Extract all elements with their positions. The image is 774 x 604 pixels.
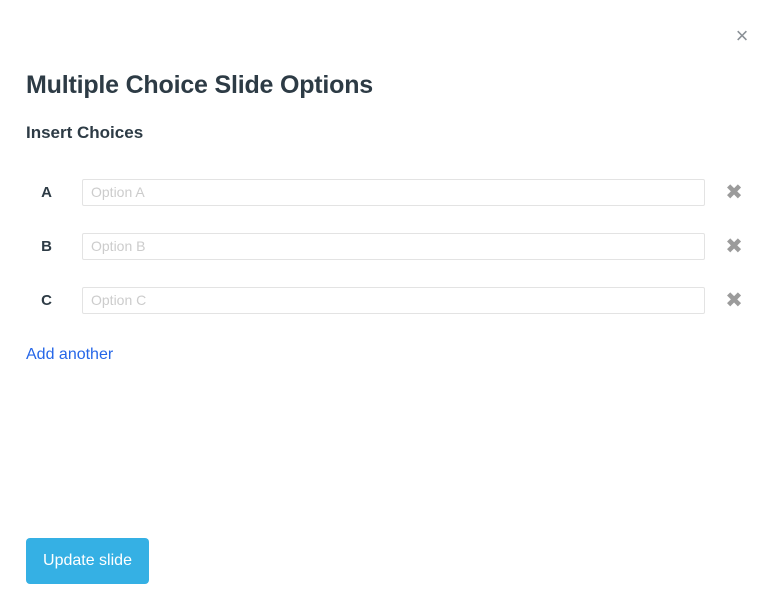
choice-letter: B [41,237,52,255]
choice-row: A✖ [0,165,774,219]
choice-input-b[interactable] [82,232,705,260]
dialog-title: Multiple Choice Slide Options [26,71,373,99]
choice-input-a[interactable] [82,178,705,206]
section-title-insert-choices: Insert Choices [26,123,144,142]
choice-row: C✖ [0,273,774,327]
add-another-link[interactable]: Add another [26,344,113,366]
choice-list: A✖B✖C✖ [0,165,774,327]
remove-choice-icon[interactable]: ✖ [719,177,749,207]
choice-input-c[interactable] [82,286,705,314]
multiple-choice-slide-options-dialog: × Multiple Choice Slide Options Insert C… [0,0,774,604]
choice-letter: A [41,183,52,201]
close-icon[interactable]: × [728,22,756,50]
remove-choice-icon[interactable]: ✖ [719,231,749,261]
choice-row: B✖ [0,219,774,273]
update-slide-button[interactable]: Update slide [26,538,149,584]
remove-choice-icon[interactable]: ✖ [719,285,749,315]
choice-letter: C [41,291,52,309]
